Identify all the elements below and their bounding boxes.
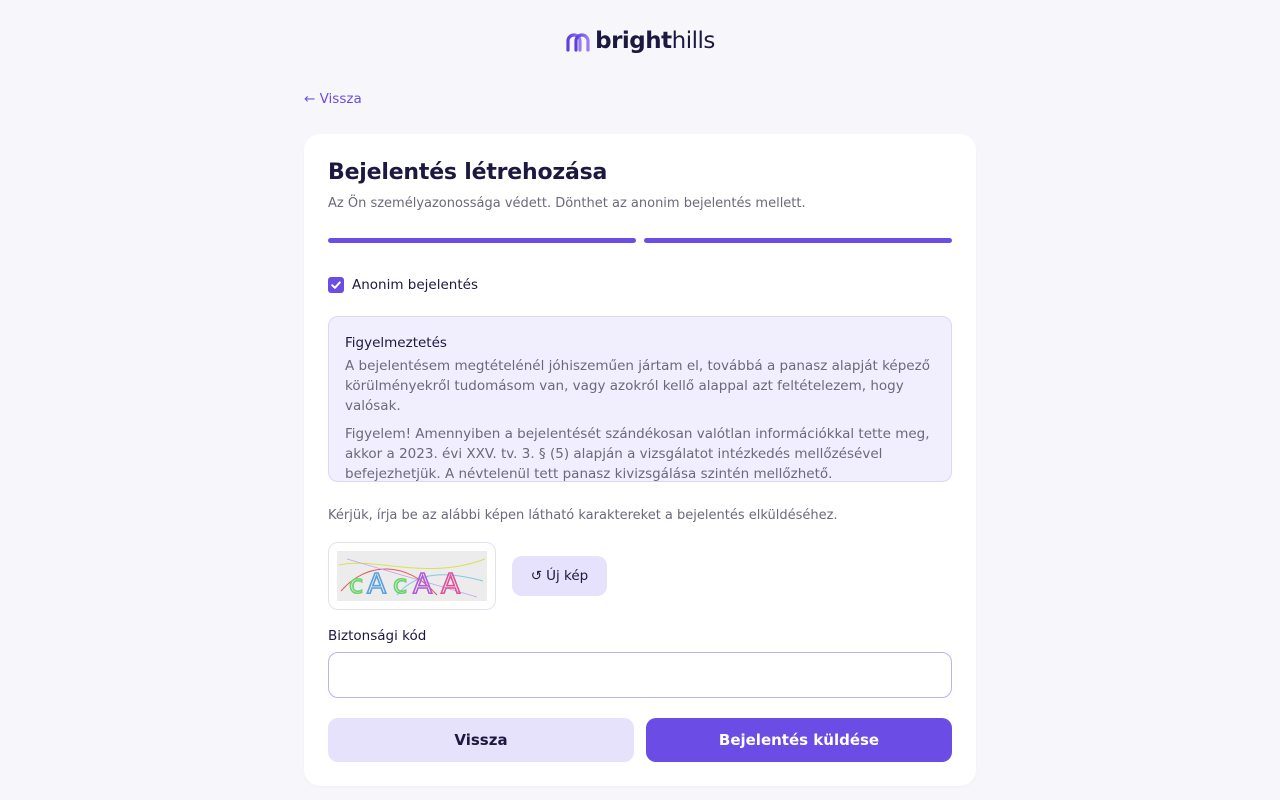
report-form-card: Bejelentés létrehozása Az Ön személyazon… [304,134,976,786]
brand-logo: brighthills [0,28,1280,54]
new-captcha-label: Új kép [546,568,589,584]
captcha-frame: c A c A A [328,542,496,610]
back-link[interactable]: ← Vissza [304,91,362,107]
progress-step-2 [644,238,952,243]
security-code-input[interactable] [328,652,952,698]
captcha-char-5: A [441,567,460,600]
refresh-icon: ↺ [530,568,543,584]
progress-step-1 [328,238,636,243]
anonymous-option[interactable]: Anonim bejelentés [328,277,478,293]
captcha-char-3: c [393,570,407,600]
new-captcha-button[interactable]: ↺ Új kép [512,556,607,596]
step-progress [328,238,952,244]
page-subtitle: Az Ön személyazonossága védett. Dönthet … [328,196,806,211]
logo-wordmark-light: hills [671,28,716,54]
warning-title: Figyelmeztetés [345,335,447,351]
captcha-char-2: A [367,567,386,600]
security-code-label: Biztonsági kód [328,628,427,644]
captcha-hint: Kérjük, írja be az alábbi képen látható … [328,508,838,523]
logo-wordmark-bold: bright [595,28,672,54]
submit-report-button[interactable]: Bejelentés küldése [646,718,952,762]
warning-text-1: A bejelentésem megtételénél jóhiszeműen … [345,358,930,414]
captcha-char-4: A [413,567,432,600]
brighthills-logo-icon [566,33,590,52]
anonymous-label: Anonim bejelentés [352,277,478,293]
captcha-image: c A c A A [337,551,487,601]
warning-box: Figyelmeztetés A bejelentésem megtételén… [328,316,952,482]
warning-text-2: Figyelem! Amennyiben a bejelentését szán… [345,426,930,482]
captcha-char-1: c [349,570,363,600]
checkmark-icon [331,281,341,289]
logo-wordmark: brighthills [595,28,715,54]
anonymous-checkbox[interactable] [328,277,344,293]
page-title: Bejelentés létrehozása [328,160,608,185]
back-button[interactable]: Vissza [328,718,634,762]
